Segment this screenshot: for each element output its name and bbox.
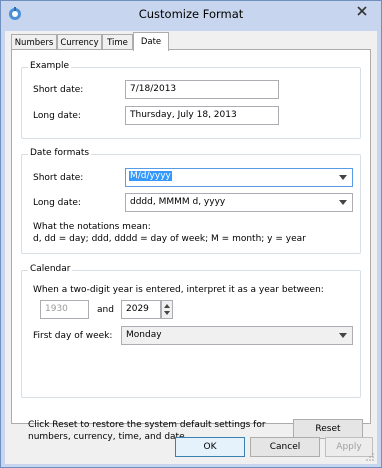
first-day-combo[interactable]: Monday bbox=[121, 326, 353, 345]
calendar-group: Calendar When a two-digit year is entere… bbox=[21, 264, 361, 398]
customize-format-window: Customize Format Numbers Currency Time D… bbox=[0, 0, 382, 468]
tab-label: Date bbox=[140, 37, 162, 47]
chevron-down-icon[interactable] bbox=[339, 333, 347, 338]
spin-down-icon[interactable] bbox=[164, 311, 170, 315]
spin-up-icon[interactable] bbox=[164, 304, 170, 308]
example-group-title: Example bbox=[28, 61, 72, 71]
apply-button-label: Apply bbox=[336, 442, 362, 452]
first-day-value: Monday bbox=[126, 330, 162, 340]
year-spinner[interactable] bbox=[161, 300, 173, 319]
ok-button-label: OK bbox=[203, 442, 217, 452]
reset-button[interactable]: Reset bbox=[293, 419, 363, 439]
date-formats-group-title: Date formats bbox=[28, 148, 92, 158]
short-date-combo[interactable]: M/d/yyyy bbox=[125, 168, 353, 187]
tab-date[interactable]: Date bbox=[133, 32, 169, 51]
chevron-down-icon[interactable] bbox=[339, 175, 347, 180]
window-title: Customize Format bbox=[138, 7, 244, 21]
reset-button-label: Reset bbox=[315, 424, 341, 434]
example-short-value: 7/18/2013 bbox=[125, 80, 279, 99]
tab-currency[interactable]: Currency bbox=[57, 34, 102, 50]
ok-button[interactable]: OK bbox=[175, 437, 245, 457]
short-date-value: M/d/yyyy bbox=[129, 171, 172, 181]
example-short-label: Short date: bbox=[33, 85, 84, 95]
two-digit-year-text: When a two-digit year is entered, interp… bbox=[33, 285, 324, 295]
long-date-combo[interactable]: dddd, MMMM d, yyyy bbox=[125, 193, 353, 212]
year-to-field[interactable]: 2029 bbox=[121, 300, 161, 319]
long-date-value: dddd, MMMM d, yyyy bbox=[130, 197, 226, 207]
dialog-client: Numbers Currency Time Date Example Short… bbox=[5, 31, 377, 464]
cancel-button-label: Cancel bbox=[269, 442, 301, 452]
tab-time[interactable]: Time bbox=[102, 34, 133, 50]
tab-label: Numbers bbox=[14, 37, 54, 48]
long-date-label: Long date: bbox=[33, 198, 81, 208]
calendar-group-title: Calendar bbox=[28, 264, 73, 274]
date-tab-panel: Example Short date: 7/18/2013 Long date:… bbox=[11, 49, 371, 442]
example-long-value: Thursday, July 18, 2013 bbox=[125, 106, 279, 125]
tab-label: Currency bbox=[60, 37, 99, 48]
close-icon bbox=[357, 5, 367, 16]
title-bar[interactable]: Customize Format bbox=[1, 1, 381, 31]
year-from-field: 1930 bbox=[40, 300, 89, 319]
date-formats-group: Date formats Short date: M/d/yyyy Long d… bbox=[21, 148, 361, 254]
resize-grip-icon[interactable] bbox=[365, 452, 375, 462]
tab-label: Time bbox=[107, 37, 128, 48]
example-long-label: Long date: bbox=[33, 111, 81, 121]
tab-numbers[interactable]: Numbers bbox=[11, 34, 57, 50]
example-group: Example Short date: 7/18/2013 Long date:… bbox=[21, 61, 361, 139]
notation-text: d, dd = day; ddd, dddd = day of week; M … bbox=[33, 234, 306, 244]
close-button[interactable] bbox=[349, 1, 375, 20]
chevron-down-icon[interactable] bbox=[339, 200, 347, 205]
first-day-label: First day of week: bbox=[33, 331, 113, 341]
notation-title: What the notations mean: bbox=[33, 222, 151, 232]
short-date-label: Short date: bbox=[33, 173, 84, 183]
and-label: and bbox=[97, 305, 114, 315]
cancel-button[interactable]: Cancel bbox=[250, 437, 320, 457]
